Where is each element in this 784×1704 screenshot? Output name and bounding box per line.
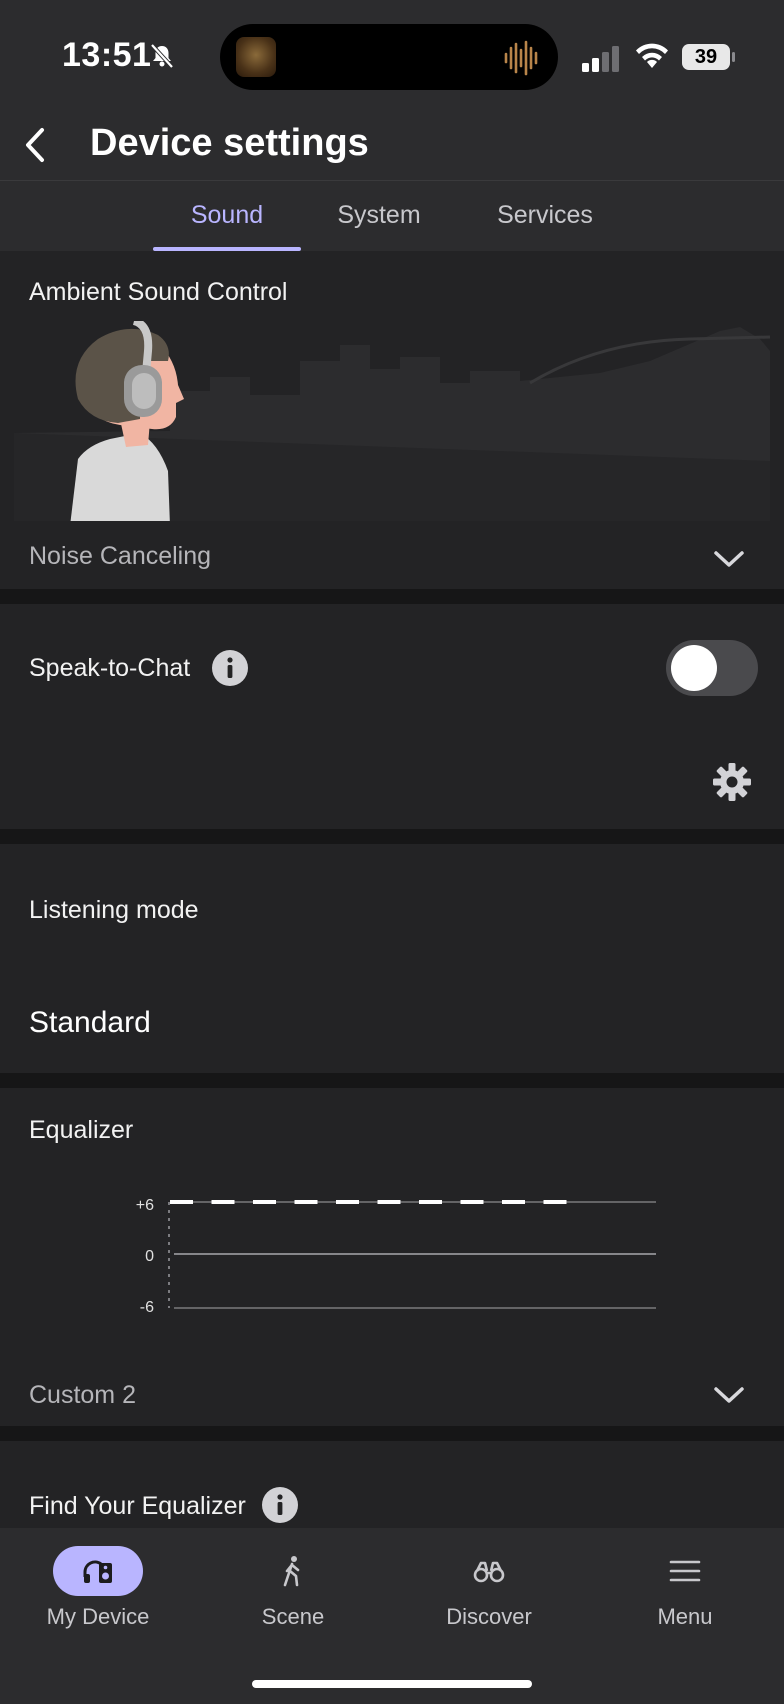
- find-equalizer-title: Find Your Equalizer: [29, 1492, 246, 1520]
- hamburger-menu-icon: [669, 1560, 701, 1582]
- audio-waveform-icon: [504, 40, 538, 76]
- nav-label: Discover: [446, 1604, 532, 1629]
- section-divider: [0, 1426, 784, 1441]
- battery-indicator: 39: [682, 44, 736, 70]
- gear-icon[interactable]: [712, 762, 752, 802]
- equalizer-chart[interactable]: +6 0 -6: [110, 1184, 670, 1324]
- eq-band-level[interactable]: [419, 1200, 442, 1204]
- find-equalizer-card: Find Your Equalizer: [0, 1441, 784, 1528]
- wifi-icon: [636, 43, 668, 68]
- nav-scene[interactable]: Scene: [213, 1546, 373, 1646]
- section-divider: [0, 829, 784, 844]
- section-divider: [0, 1073, 784, 1088]
- nav-active-pill: [53, 1546, 143, 1596]
- listening-mode-card[interactable]: Listening mode Standard: [0, 844, 784, 1073]
- speak-to-chat-label: Speak-to-Chat: [29, 654, 191, 682]
- eq-band-level[interactable]: [170, 1200, 193, 1204]
- home-indicator[interactable]: [252, 1680, 532, 1688]
- equalizer-title: Equalizer: [29, 1116, 134, 1144]
- speak-to-chat-card: Speak-to-Chat: [0, 604, 784, 829]
- section-divider: [0, 589, 784, 604]
- chevron-down-icon[interactable]: [712, 1384, 746, 1406]
- tab-bar: Sound System Services: [0, 180, 784, 251]
- listening-mode-value: Standard: [29, 1006, 151, 1039]
- eq-tick-top: +6: [136, 1197, 154, 1214]
- walking-person-icon: [283, 1556, 300, 1587]
- eq-tick-mid: 0: [145, 1248, 154, 1265]
- info-icon[interactable]: [212, 650, 248, 686]
- nav-label: Scene: [261, 1604, 325, 1629]
- ambient-illustration: [14, 321, 771, 521]
- eq-band-level[interactable]: [543, 1200, 567, 1204]
- chevron-down-icon[interactable]: [712, 548, 746, 570]
- eq-band-level[interactable]: [377, 1200, 401, 1204]
- tab-services[interactable]: Services: [470, 181, 620, 249]
- status-time: 13:51: [62, 36, 152, 74]
- nav-icon-container: [640, 1546, 730, 1596]
- back-arrow-icon[interactable]: [20, 120, 52, 170]
- ambient-sound-card: Ambient Sound Control Noise Canceling: [0, 251, 784, 589]
- bottom-navigation: My Device Scene Discover Menu: [0, 1528, 784, 1704]
- speak-to-chat-toggle[interactable]: [666, 640, 758, 696]
- nav-menu[interactable]: Menu: [605, 1546, 765, 1646]
- ambient-mode-value[interactable]: Noise Canceling: [29, 542, 211, 571]
- equalizer-preset-value[interactable]: Custom 2: [29, 1381, 136, 1410]
- eq-tick-bottom: -6: [140, 1299, 154, 1316]
- now-playing-artwork: [236, 37, 276, 77]
- eq-band-level[interactable]: [502, 1200, 525, 1204]
- app-header: Device settings: [0, 110, 784, 180]
- nav-icon-container: [248, 1546, 338, 1596]
- silent-bell-icon: [150, 43, 174, 69]
- cellular-signal-icon: [582, 46, 619, 72]
- eq-band-level[interactable]: [211, 1200, 235, 1204]
- eq-band-level[interactable]: [294, 1200, 318, 1204]
- ambient-sound-title: Ambient Sound Control: [29, 278, 288, 306]
- battery-level: 39: [694, 46, 718, 68]
- toggle-knob: [671, 645, 717, 691]
- nav-my-device[interactable]: My Device: [18, 1546, 178, 1646]
- tab-system[interactable]: System: [310, 181, 448, 249]
- eq-band-level[interactable]: [460, 1200, 484, 1204]
- nav-label: My Device: [46, 1604, 150, 1629]
- binoculars-icon: [473, 1561, 505, 1583]
- headphones-speaker-icon: [83, 1560, 112, 1583]
- nav-label: Menu: [657, 1604, 713, 1629]
- tab-sound[interactable]: Sound: [153, 181, 301, 249]
- dynamic-island[interactable]: [220, 24, 558, 90]
- info-icon[interactable]: [262, 1487, 298, 1523]
- page-title: Device settings: [90, 122, 369, 164]
- nav-icon-container: [444, 1546, 534, 1596]
- eq-band-level[interactable]: [336, 1200, 359, 1204]
- nav-discover[interactable]: Discover: [409, 1546, 569, 1646]
- status-bar: 13:51 39: [0, 0, 784, 110]
- listening-mode-title: Listening mode: [29, 896, 199, 924]
- eq-band-level[interactable]: [253, 1200, 276, 1204]
